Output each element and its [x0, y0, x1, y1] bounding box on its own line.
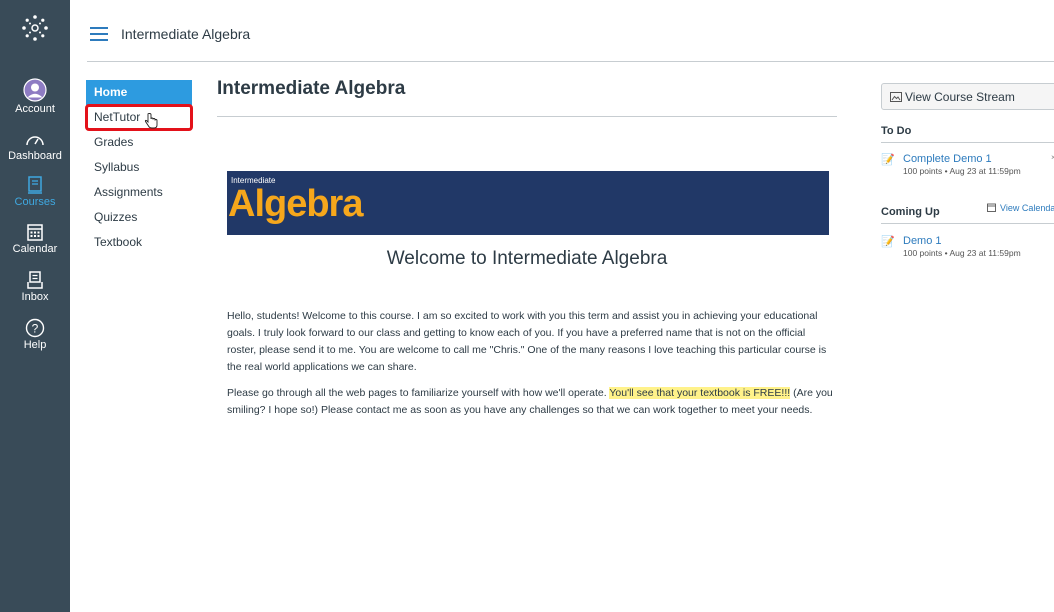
assignment-icon: 📝: [881, 236, 895, 248]
global-nav-label: Dashboard: [8, 150, 62, 162]
course-nav: Home NetTutor Grades Syllabus Assignment…: [85, 80, 193, 255]
hamburger-menu-icon[interactable]: [90, 27, 108, 41]
global-nav-label: Help: [23, 339, 47, 351]
svg-text:?: ?: [32, 322, 39, 336]
dashboard-gauge-icon: [26, 136, 44, 146]
view-calendar-label: View Calenda: [1000, 203, 1054, 213]
course-nav-syllabus[interactable]: Syllabus: [86, 155, 192, 180]
coming-up-heading: Coming Up: [881, 206, 940, 218]
page-title: Intermediate Algebra: [217, 78, 406, 99]
stream-icon: [890, 92, 902, 102]
top-bar: Intermediate Algebra: [70, 0, 1054, 62]
global-nav-dashboard[interactable]: Dashboard: [0, 131, 70, 162]
welcome-heading: Welcome to Intermediate Algebra: [386, 248, 668, 269]
todo-divider: [881, 142, 1054, 143]
paragraph-text: Please go through all the web pages to f…: [227, 387, 610, 399]
global-nav-label: Courses: [14, 196, 56, 208]
canvas-logo-icon[interactable]: [21, 14, 49, 42]
course-nav-quizzes[interactable]: Quizzes: [86, 205, 192, 230]
global-nav-calendar[interactable]: Calendar: [0, 222, 70, 255]
course-nav-textbook[interactable]: Textbook: [86, 230, 192, 255]
global-nav-label: Calendar: [12, 243, 58, 255]
instructions-paragraph: Please go through all the web pages to f…: [227, 385, 837, 419]
global-nav-account[interactable]: Account: [0, 78, 70, 115]
global-nav-inbox[interactable]: Inbox: [0, 270, 70, 303]
global-nav-label: Inbox: [21, 291, 49, 303]
calendar-small-icon: [987, 203, 996, 212]
view-calendar-link[interactable]: View Calenda: [987, 203, 1054, 213]
hand-pointer-cursor-icon: [144, 113, 158, 129]
stream-button-label: View Course Stream: [905, 90, 1015, 104]
todo-item-meta: 100 points • Aug 23 at 11:59pm: [903, 166, 1021, 176]
course-nav-nettutor[interactable]: NetTutor: [85, 104, 193, 131]
course-banner: Intermediate Algebra: [227, 171, 829, 235]
calendar-icon: [27, 224, 43, 241]
coming-up-item-meta: 100 points • Aug 23 at 11:59pm: [903, 248, 1021, 258]
header-divider: [87, 61, 1054, 62]
banner-big-text: Algebra: [228, 183, 363, 225]
coming-up-divider: [881, 223, 1054, 224]
coming-up-item-link[interactable]: Demo 1: [903, 235, 942, 247]
global-nav-label: Account: [15, 103, 55, 115]
welcome-paragraph: Hello, students! Welcome to this course.…: [227, 310, 827, 373]
global-nav: Account Dashboard Courses Calendar Inbox…: [0, 0, 70, 612]
global-nav-help[interactable]: ? Help: [0, 318, 70, 351]
courses-book-icon: [28, 176, 42, 194]
inbox-icon: [27, 271, 43, 289]
help-question-icon: ?: [25, 318, 45, 338]
assignment-icon: 📝: [881, 154, 895, 166]
todo-item-link[interactable]: Complete Demo 1: [903, 153, 992, 165]
todo-heading: To Do: [881, 125, 912, 137]
account-avatar-icon: [23, 78, 47, 102]
breadcrumb[interactable]: Intermediate Algebra: [121, 26, 250, 42]
course-nav-home[interactable]: Home: [86, 80, 192, 105]
main-content: Intermediate Algebra Intermediate Algebr…: [217, 78, 837, 416]
global-nav-courses[interactable]: Courses: [0, 175, 70, 208]
highlighted-text: You'll see that your textbook is FREE!!!: [609, 387, 791, 399]
course-nav-grades[interactable]: Grades: [86, 130, 192, 155]
title-divider: [217, 116, 837, 117]
view-course-stream-button[interactable]: View Course Stream: [881, 83, 1054, 110]
course-nav-assignments[interactable]: Assignments: [86, 180, 192, 205]
